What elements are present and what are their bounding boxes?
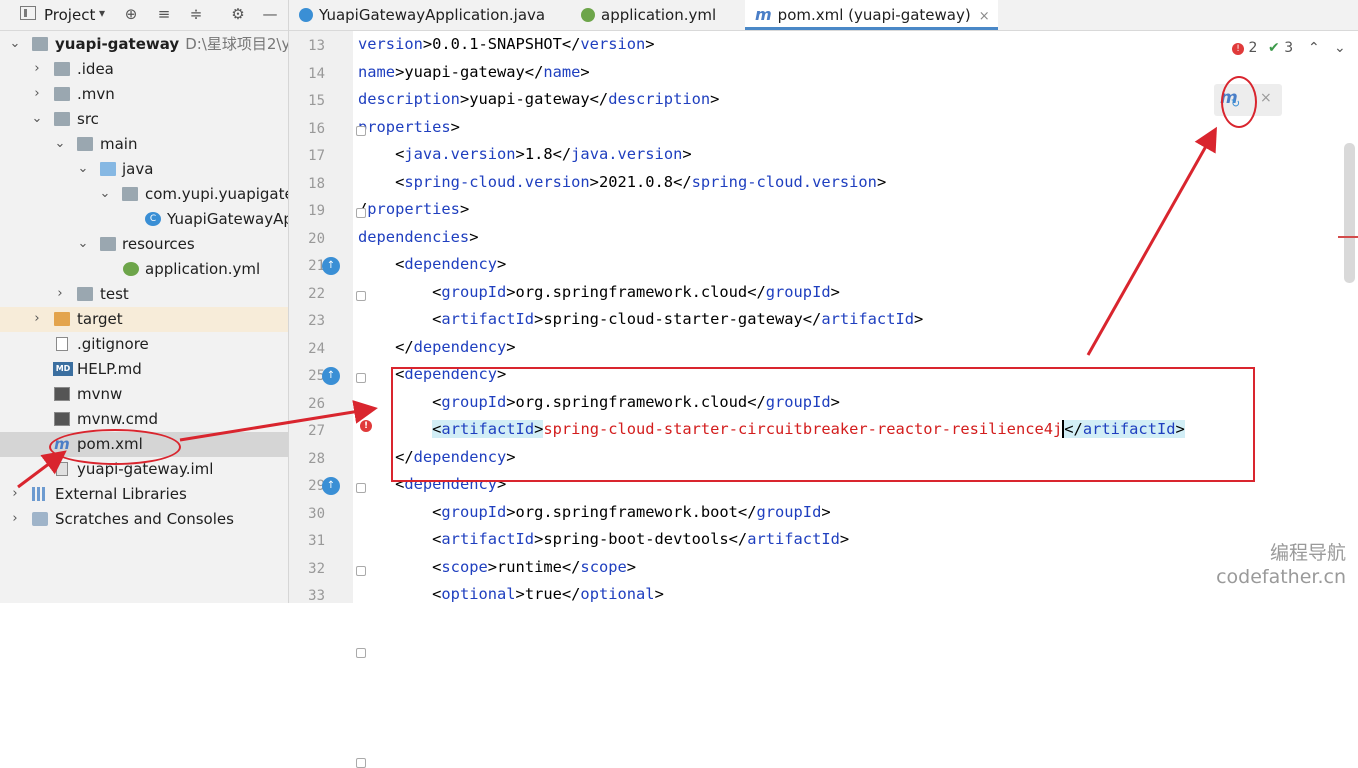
arrow-to-pom [17, 450, 67, 489]
annotation-arrows [17, 126, 1217, 489]
watermark-title: 编程导航 [1269, 542, 1346, 564]
fold-marker[interactable] [356, 758, 366, 768]
fold-marker[interactable] [356, 648, 366, 658]
watermark-site: codefather.cn [1216, 566, 1346, 588]
arrow-to-dependency [179, 400, 378, 442]
arrow-to-maven-reload [1086, 126, 1217, 356]
